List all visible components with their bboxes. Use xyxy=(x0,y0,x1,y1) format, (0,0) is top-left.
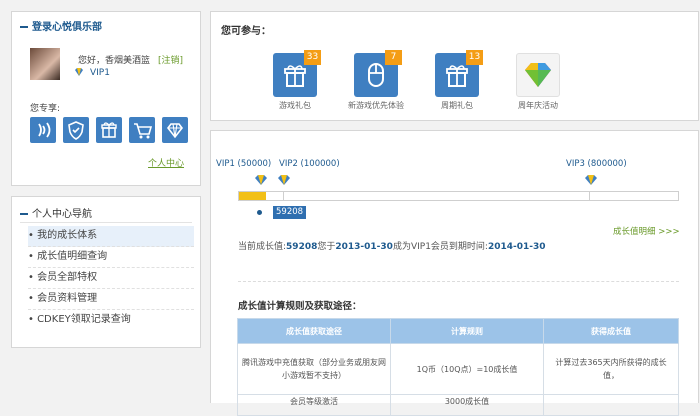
summary-value: 59208 xyxy=(286,242,318,252)
login-panel: 登录心悦俱乐部 您好，香烟美酒篮 [注销] VIP1 您专享: 个人中心 xyxy=(11,11,201,186)
exclusive-diamond-button[interactable] xyxy=(162,117,188,143)
nav-panel-title: 个人中心导航 xyxy=(20,205,92,220)
rules-cell: 3000成长值 xyxy=(390,394,544,416)
vip2-tick xyxy=(283,192,284,200)
vip-level: VIP1 xyxy=(90,68,110,78)
avatar[interactable] xyxy=(30,48,60,80)
vip3-marker-label: VIP3 (800000) xyxy=(566,159,627,169)
exclusive-label: 您专享: xyxy=(30,104,61,114)
participate-title: 您可参与： xyxy=(221,26,271,37)
growth-progress-bar xyxy=(238,191,679,201)
label-game-gift: 游戏礼包 xyxy=(279,101,311,110)
exclusive-shield-button[interactable] xyxy=(63,117,89,143)
nav-item-cdkey[interactable]: • CDKEY领取记录查询 xyxy=(28,310,194,330)
nav-item-growth-detail[interactable]: • 成长值明细查询 xyxy=(28,247,194,268)
nav-bullet: • xyxy=(28,251,38,262)
label-anniversary: 周年庆活动 xyxy=(518,101,558,110)
rules-header-value: 获得成长值 xyxy=(543,318,679,344)
greeting-text: 您好，香烟美酒篮 xyxy=(78,56,151,66)
rules-cell: 腾讯游戏中充值获取（部分业务或朋友网小游戏暂不支持） xyxy=(237,343,391,395)
logout-link[interactable]: [注销] xyxy=(158,53,183,66)
label-new-game: 新游戏优先体验 xyxy=(348,101,404,110)
growth-detail-link[interactable]: 成长值明细 >>> xyxy=(613,225,680,237)
nav-bullet: • xyxy=(28,272,38,283)
vip1-diamond-icon xyxy=(254,174,268,189)
nav-item-profile[interactable]: • 会员资料管理 xyxy=(28,289,194,310)
current-position-dot xyxy=(257,210,262,215)
rules-cell: 会员等级激活 xyxy=(237,394,391,416)
rules-cell: 计算过去365天内所获得的成长值， xyxy=(543,343,679,395)
vip3-tick xyxy=(589,192,590,200)
nav-item-growth-system[interactable]: • 我的成长体系 xyxy=(28,226,194,247)
vip3-diamond-icon xyxy=(584,174,598,189)
participate-item-anniversary[interactable] xyxy=(516,53,560,97)
nav-bullet: • xyxy=(28,293,38,304)
participate-panel: 您可参与： 33 游戏礼包 7 新游戏优先体验 13 周期礼包 周年庆活动 xyxy=(210,11,699,121)
current-value-tag: 59208 xyxy=(273,206,307,219)
vip2-marker-label: VIP2 (100000) xyxy=(279,159,340,169)
exclusive-cart-button[interactable] xyxy=(129,117,155,143)
login-panel-title: 登录心悦俱乐部 xyxy=(20,18,102,33)
vip1-marker-label: VIP1 (50000) xyxy=(216,159,272,169)
divider xyxy=(238,281,679,282)
table-row: 腾讯游戏中充值获取（部分业务或朋友网小游戏暂不支持） 1Q币（10Q点）=10成… xyxy=(237,343,679,395)
vip2-diamond-icon xyxy=(277,174,291,189)
personal-center-link[interactable]: 个人中心 xyxy=(148,156,184,169)
badge-period-gift: 13 xyxy=(466,50,483,65)
diamond-icon xyxy=(166,123,184,139)
badge-game-gift: 33 xyxy=(304,50,321,65)
growth-summary: 当前成长值:59208您于2013-01-30成为VIP1会员到期时间:2014… xyxy=(238,242,546,252)
summary-date-start: 2013-01-30 xyxy=(335,242,393,252)
badge-new-game: 7 xyxy=(385,50,402,65)
gift-icon xyxy=(101,122,117,138)
rules-header-source: 成长值获取途径 xyxy=(237,318,391,344)
shield-icon xyxy=(68,121,84,140)
rules-title: 成长值计算规则及获取途径： xyxy=(238,301,362,312)
colorful-diamond-icon xyxy=(525,63,551,87)
nav-item-privileges[interactable]: • 会员全部特权 xyxy=(28,268,194,289)
exclusive-gift-button[interactable] xyxy=(96,117,122,143)
rules-table: 成长值获取途径 计算规则 获得成长值 腾讯游戏中充值获取（部分业务或朋友网小游戏… xyxy=(237,318,679,416)
nav-panel: 个人中心导航 • 我的成长体系 • 成长值明细查询 • 会员全部特权 • 会员资… xyxy=(11,196,201,348)
label-period-gift: 周期礼包 xyxy=(441,101,473,110)
vip-diamond-icon xyxy=(74,67,84,77)
nav-bullet: • xyxy=(28,230,38,241)
rules-cell: 1Q币（10Q点）=10成长值 xyxy=(390,343,544,395)
voice-icon xyxy=(38,122,51,138)
growth-progress-fill xyxy=(239,192,266,200)
summary-date-end: 2014-01-30 xyxy=(487,242,546,252)
nav-bullet: • xyxy=(28,314,38,325)
rules-header-rule: 计算规则 xyxy=(390,318,544,344)
rules-cell xyxy=(543,394,679,416)
table-row: 会员等级激活 3000成长值 xyxy=(237,394,679,416)
exclusive-voice-button[interactable] xyxy=(30,117,56,143)
cart-icon xyxy=(134,123,153,139)
